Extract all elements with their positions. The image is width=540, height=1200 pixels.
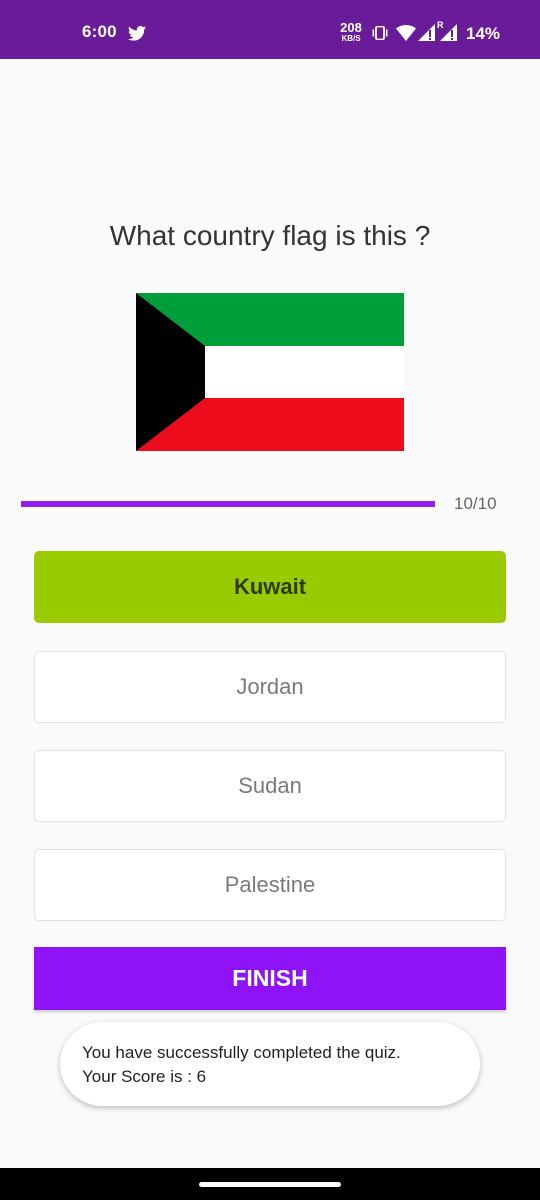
progress-bar-fill xyxy=(21,501,435,507)
status-bar: 6:00 208 KB/S R 14% xyxy=(0,0,540,59)
home-indicator[interactable] xyxy=(199,1182,341,1187)
option-button-jordan[interactable]: Jordan xyxy=(34,651,506,723)
option-button-kuwait[interactable]: Kuwait xyxy=(34,551,506,623)
network-speed-unit: KB/S xyxy=(341,34,361,43)
status-time: 6:00 xyxy=(82,22,117,41)
signal-icon xyxy=(440,24,457,41)
navigation-bar xyxy=(0,1168,540,1200)
option-button-sudan[interactable]: Sudan xyxy=(34,750,506,822)
option-button-palestine[interactable]: Palestine xyxy=(34,849,506,921)
network-speed-value: 208 xyxy=(340,20,362,35)
finish-button[interactable]: FINISH xyxy=(34,947,506,1010)
score-toast: You have successfully completed the quiz… xyxy=(60,1022,480,1106)
toast-score: Your Score is : 6 xyxy=(82,1067,207,1086)
progress-count: 10/10 xyxy=(454,494,497,513)
flag-image xyxy=(136,293,404,451)
progress-bar xyxy=(21,501,435,507)
wifi-icon xyxy=(396,25,416,41)
signal-icon xyxy=(418,24,435,41)
twitter-icon xyxy=(128,26,146,41)
battery-level: 14% xyxy=(466,24,501,43)
question-text: What country flag is this ? xyxy=(109,220,431,251)
toast-message: You have successfully completed the quiz… xyxy=(82,1043,401,1062)
network-speed: 208 KB/S xyxy=(336,21,366,43)
vibrate-icon xyxy=(372,26,388,40)
